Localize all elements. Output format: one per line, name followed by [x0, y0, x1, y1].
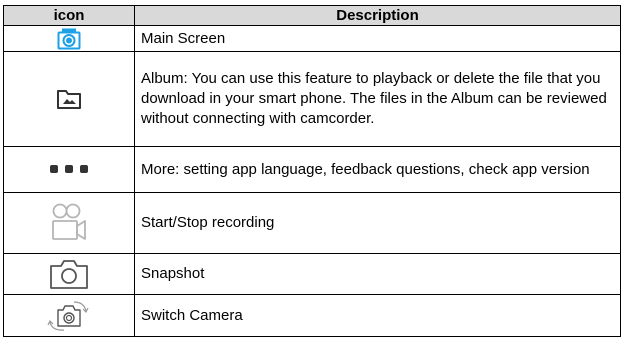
more-dots-icon — [50, 165, 88, 174]
main-screen-camera-icon — [57, 28, 81, 49]
switch-camera-icon — [47, 300, 89, 331]
description-cell: Switch Camera — [134, 294, 621, 337]
table-row: More: setting app language, feedback que… — [3, 146, 621, 193]
table-header-row: icon Description — [3, 5, 621, 26]
table-row: Main Screen — [3, 25, 621, 52]
table-row: Snapshot — [3, 253, 621, 295]
icon-column-header: icon — [3, 5, 135, 26]
description-cell: Main Screen — [134, 25, 621, 52]
description-column-header: Description — [134, 5, 621, 26]
table-row: Switch Camera — [3, 294, 621, 337]
description-cell: More: setting app language, feedback que… — [134, 146, 621, 193]
description-cell: Album: You can use this feature to playb… — [134, 51, 621, 147]
album-folder-icon — [57, 90, 81, 109]
snapshot-camera-icon — [50, 260, 88, 289]
description-cell: Start/Stop recording — [134, 192, 621, 254]
icon-description-table: icon Description Main Screen Album: You … — [3, 5, 621, 337]
table-row: Album: You can use this feature to playb… — [3, 51, 621, 147]
table-row: Start/Stop recording — [3, 192, 621, 254]
video-camera-icon — [52, 203, 86, 240]
description-cell: Snapshot — [134, 253, 621, 295]
